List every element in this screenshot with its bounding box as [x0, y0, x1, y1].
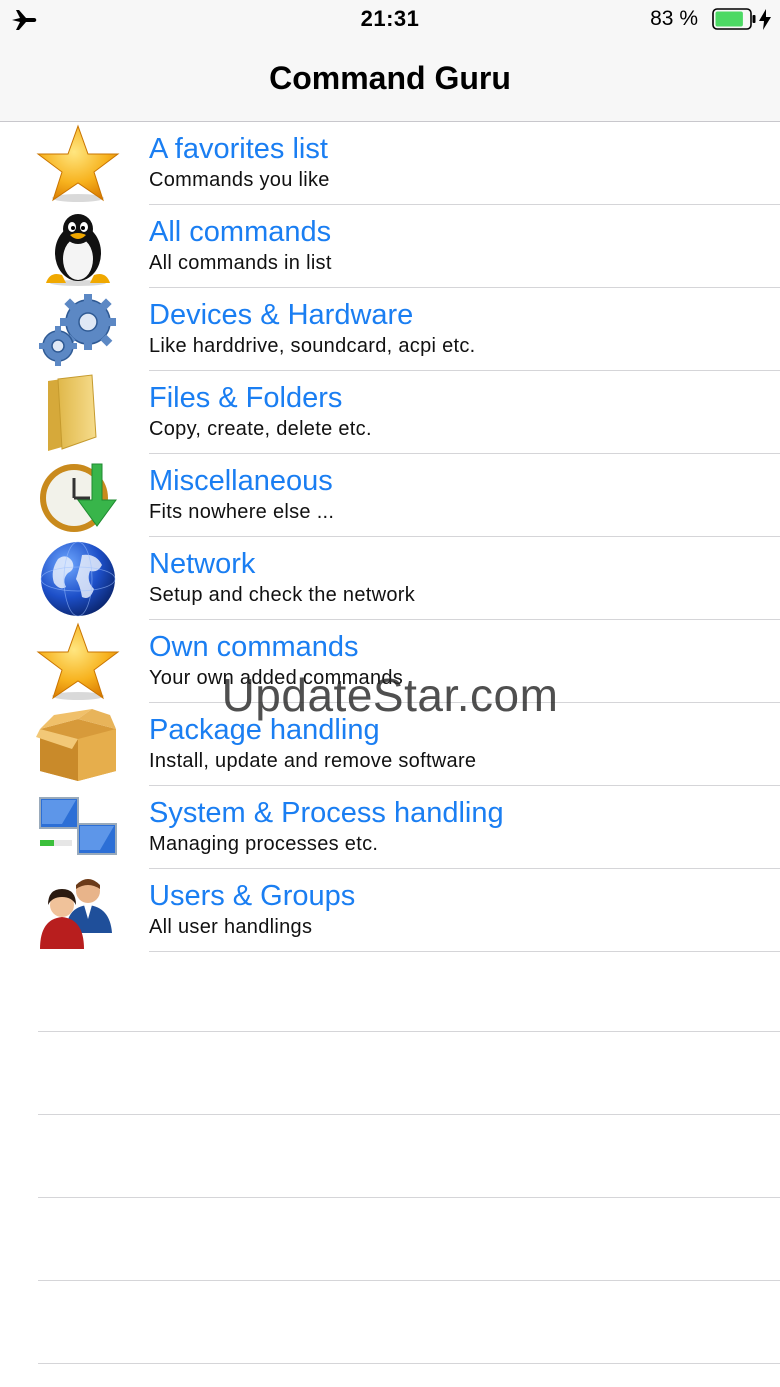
users-icon	[40, 879, 112, 949]
list-item-all-commands[interactable]: All commands All commands in list	[0, 205, 780, 288]
item-label: Files & Folders	[149, 382, 343, 414]
item-label: Own commands	[149, 631, 359, 663]
category-list: A favorites list Commands you like All c…	[0, 122, 780, 952]
item-label: Network	[149, 548, 256, 580]
battery-percent: 83 %	[650, 7, 698, 30]
status-bar: 21:31 83 %	[0, 0, 780, 40]
item-label: System & Process handling	[149, 797, 504, 829]
empty-row-divider	[38, 1363, 780, 1364]
page-title: Command Guru	[269, 60, 511, 96]
item-subtitle: All commands in list	[149, 252, 332, 274]
penguin-icon	[46, 214, 110, 286]
empty-row-divider	[38, 1114, 780, 1115]
folder-icon	[48, 374, 97, 451]
item-subtitle: Install, update and remove software	[149, 750, 477, 772]
list-item-files-folders[interactable]: Files & Folders Copy, create, delete etc…	[0, 371, 780, 454]
list-item-devices-hardware[interactable]: Devices & Hardware Like harddrive, sound…	[0, 288, 780, 371]
item-subtitle: Like harddrive, soundcard, acpi etc.	[149, 335, 476, 357]
item-label: Package handling	[149, 714, 380, 746]
list-item-package-handling[interactable]: Package handling Install, update and rem…	[0, 703, 780, 786]
monitors-icon	[39, 797, 117, 855]
item-label: Users & Groups	[149, 880, 356, 912]
package-box-icon	[36, 709, 116, 781]
item-label: All commands	[149, 216, 332, 248]
item-subtitle: Managing processes etc.	[149, 833, 379, 855]
row-divider	[149, 951, 780, 952]
battery-icon	[712, 8, 756, 30]
list-item-users-groups[interactable]: Users & Groups All user handlings	[0, 869, 780, 952]
item-subtitle: All user handlings	[149, 916, 313, 938]
clock-icon	[40, 463, 117, 532]
charging-bolt-icon	[759, 9, 771, 30]
list-item-system-process[interactable]: System & Process handling Managing proce…	[0, 786, 780, 869]
list-item-miscellaneous[interactable]: Miscellaneous Fits nowhere else ...	[0, 454, 780, 537]
empty-row-divider	[38, 1031, 780, 1032]
star-icon	[36, 124, 120, 202]
list-item-favorites[interactable]: A favorites list Commands you like	[0, 122, 780, 205]
item-subtitle: Copy, create, delete etc.	[149, 418, 372, 440]
empty-row-divider	[38, 1197, 780, 1198]
item-subtitle: Setup and check the network	[149, 584, 416, 606]
item-subtitle: Your own added commands	[149, 667, 404, 689]
list-item-own-commands[interactable]: Own commands Your own added commands	[0, 620, 780, 703]
item-label: A favorites list	[149, 133, 328, 165]
navigation-bar: Command Guru	[0, 40, 780, 122]
list-item-network[interactable]: Network Setup and check the network	[0, 537, 780, 620]
empty-row-divider	[38, 1280, 780, 1281]
item-subtitle: Commands you like	[149, 169, 330, 191]
star-icon	[36, 622, 120, 700]
item-label: Miscellaneous	[149, 465, 333, 497]
gears-icon	[39, 294, 116, 366]
item-subtitle: Fits nowhere else ...	[149, 501, 335, 523]
item-label: Devices & Hardware	[149, 299, 414, 331]
globe-icon	[40, 541, 116, 617]
